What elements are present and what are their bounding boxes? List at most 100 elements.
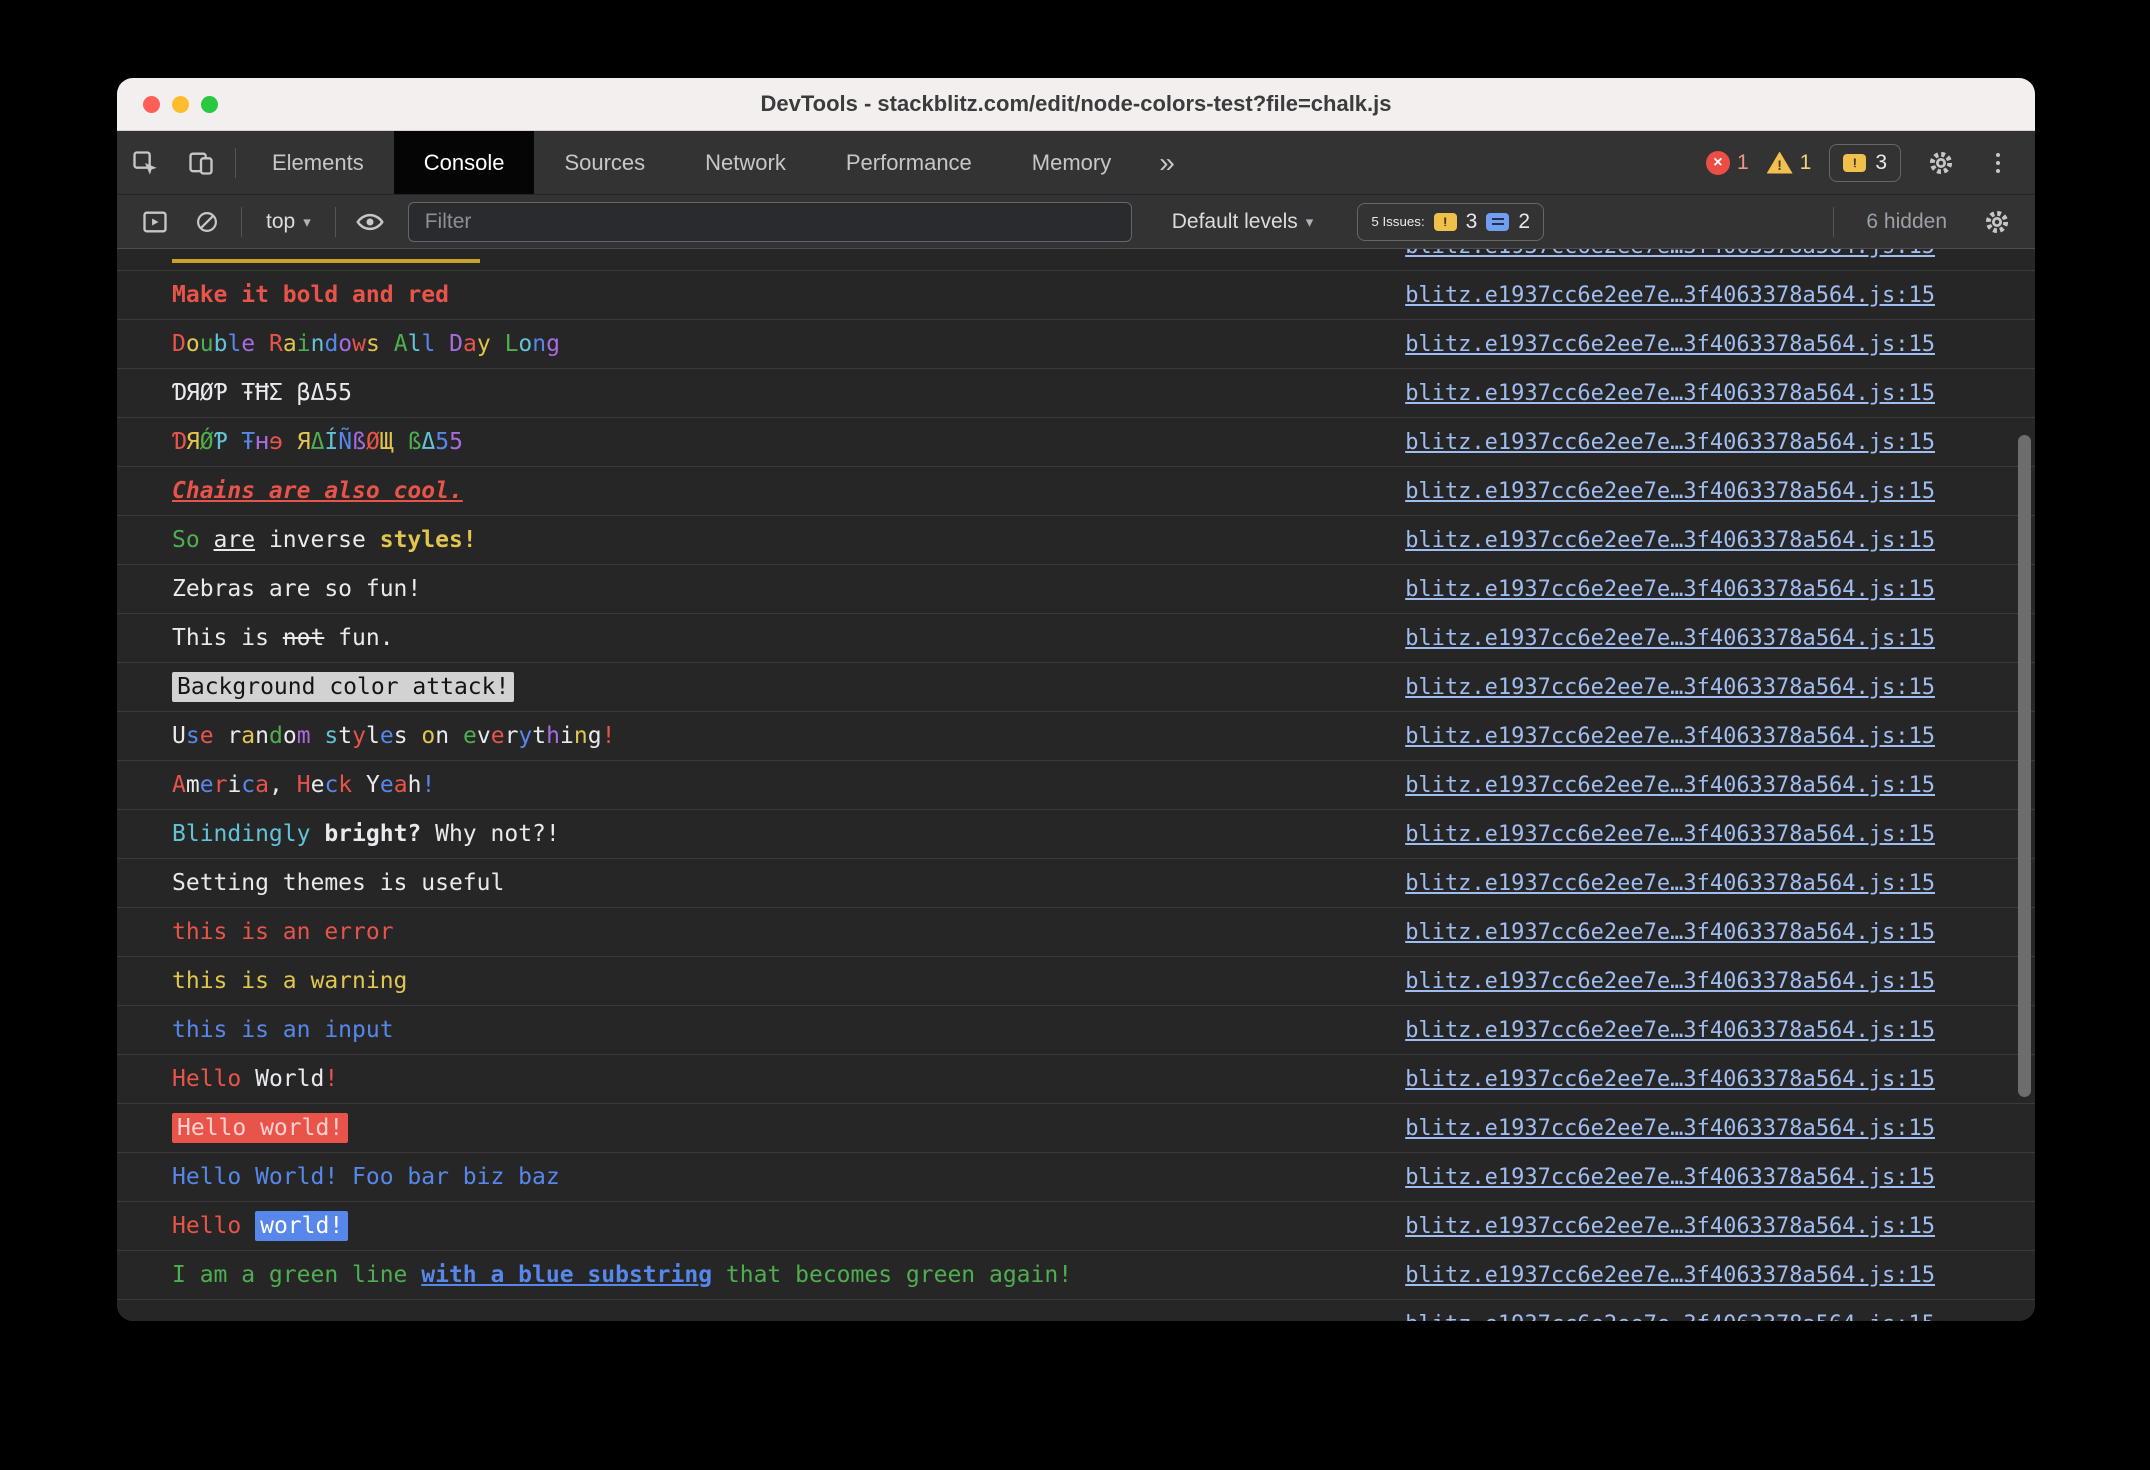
console-panel: blitz.e1937cc6e2ee7e…3f4063378a564.js:15… (117, 249, 2035, 1321)
text-segment: m (296, 723, 325, 749)
text-segment: y (518, 723, 533, 749)
source-link[interactable]: blitz.e1937cc6e2ee7e…3f4063378a564.js:15 (1405, 675, 1935, 700)
text-segment: Ƥ (213, 429, 242, 455)
text-segment: y (352, 723, 366, 749)
console-message: So are inverse styles! (172, 527, 477, 553)
source-link[interactable]: blitz.e1937cc6e2ee7e…3f4063378a564.js:15 (1405, 822, 1935, 847)
context-selector[interactable]: top ▾ (252, 210, 325, 234)
source-link[interactable]: blitz.e1937cc6e2ee7e…3f4063378a564.js:15 (1405, 626, 1935, 651)
source-link[interactable]: blitz.e1937cc6e2ee7e…3f4063378a564.js:15 (1405, 1312, 1935, 1322)
console-row: Double Raindows All Day Long blitz.e1937c… (117, 320, 2035, 369)
text-segment: g (546, 331, 560, 357)
text-segment: a (241, 723, 256, 749)
text-segment: H (296, 772, 311, 798)
chevron-down-icon: ▾ (303, 213, 311, 231)
source-link[interactable]: blitz.e1937cc6e2ee7e…3f4063378a564.js:15 (1405, 1018, 1935, 1043)
text-segment: l (227, 331, 242, 357)
console-row: blitz.e1937cc6e2ee7e…3f4063378a564.js:15 (117, 249, 2035, 271)
console-sidebar-button[interactable] (131, 208, 179, 236)
source-link[interactable]: blitz.e1937cc6e2ee7e…3f4063378a564.js:15 (1405, 920, 1935, 945)
text-segment: d (324, 331, 339, 357)
tab-sources[interactable]: Sources (534, 131, 675, 194)
source-link[interactable]: blitz.e1937cc6e2ee7e…3f4063378a564.js:15 (1405, 528, 1935, 553)
source-link[interactable]: blitz.e1937cc6e2ee7e…3f4063378a564.js:15 (1405, 1116, 1935, 1141)
source-link[interactable]: blitz.e1937cc6e2ee7e…3f4063378a564.js:15 (1405, 724, 1935, 749)
warning-count-badge[interactable]: ! 1 (1766, 151, 1811, 175)
minimize-window-button[interactable] (172, 95, 189, 113)
devtools-window: DevTools - stackblitz.com/edit/node-colo… (117, 78, 2035, 1321)
text-segment: s (185, 723, 200, 749)
console-message: Chains are also cool. (172, 478, 463, 504)
issues-button[interactable]: ! 3 (1829, 143, 1901, 182)
chevron-down-icon: ▾ (1305, 213, 1314, 231)
tab-network[interactable]: Network (675, 131, 816, 194)
text-segment: ! (324, 1066, 339, 1092)
tab-performance[interactable]: Performance (816, 131, 1002, 194)
settings-button[interactable] (1919, 149, 1963, 177)
issue-icon: ! (1433, 212, 1457, 231)
scrollbar-thumb[interactable] (2018, 435, 2031, 1097)
text-segment: u (199, 331, 214, 357)
source-link[interactable]: blitz.e1937cc6e2ee7e…3f4063378a564.js:15 (1405, 773, 1935, 798)
source-link[interactable]: blitz.e1937cc6e2ee7e…3f4063378a564.js:15 (1405, 1165, 1935, 1190)
source-link[interactable]: blitz.e1937cc6e2ee7e…3f4063378a564.js:15 (1405, 332, 1935, 357)
tab-memory[interactable]: Memory (1002, 131, 1141, 194)
live-expression-button[interactable] (346, 207, 394, 237)
customize-devtools-button[interactable] (1981, 152, 2015, 173)
text-segment: a (463, 331, 477, 357)
close-window-button[interactable] (143, 95, 160, 113)
log-levels-selector[interactable]: Default levels ▾ (1158, 210, 1328, 234)
text-segment: A (393, 331, 408, 357)
error-count-badge[interactable]: × 1 (1705, 150, 1749, 175)
console-row: Chains are also cool. blitz.e1937cc6e2ee7… (117, 467, 2035, 516)
kebab-menu-icon (1996, 152, 2000, 173)
text-segment: t (338, 723, 353, 749)
zoom-window-button[interactable] (201, 95, 218, 113)
inspect-element-button[interactable] (117, 131, 173, 194)
source-link[interactable]: blitz.e1937cc6e2ee7e…3f4063378a564.js:15 (1405, 430, 1935, 455)
text-segment: i (227, 772, 242, 798)
source-link[interactable]: blitz.e1937cc6e2ee7e…3f4063378a564.js:15 (1405, 969, 1935, 994)
text-segment: d (269, 723, 283, 749)
text-segment: a (282, 331, 297, 357)
console-message: Setting themes is useful (172, 870, 504, 896)
source-link[interactable]: blitz.e1937cc6e2ee7e…3f4063378a564.js:15 (1405, 381, 1935, 406)
source-link[interactable]: blitz.e1937cc6e2ee7e…3f4063378a564.js:15 (1405, 1067, 1935, 1092)
more-tabs-button[interactable]: » (1141, 131, 1193, 194)
text-segment: g (587, 723, 602, 749)
console-message: Hello world! (172, 1113, 349, 1143)
text-segment: h (546, 723, 560, 749)
text-segment: n (255, 723, 269, 749)
source-link[interactable]: blitz.e1937cc6e2ee7e…3f4063378a564.js:15 (1405, 871, 1935, 896)
source-link[interactable]: blitz.e1937cc6e2ee7e…3f4063378a564.js:15 (1405, 479, 1935, 504)
clear-console-button[interactable] (183, 209, 231, 235)
text-segment: Why not?! (435, 821, 560, 847)
console-messages: blitz.e1937cc6e2ee7e…3f4063378a564.js:15… (117, 249, 2035, 1321)
console-toolbar: top ▾ Default levels ▾ 5 Issues: ! 3 2 (117, 194, 2035, 249)
source-link[interactable]: blitz.e1937cc6e2ee7e…3f4063378a564.js:15 (1405, 283, 1935, 308)
source-link[interactable]: blitz.e1937cc6e2ee7e…3f4063378a564.js:15 (1405, 577, 1935, 602)
source-link[interactable]: blitz.e1937cc6e2ee7e…3f4063378a564.js:15 (1405, 1263, 1935, 1288)
issues-counter[interactable]: 5 Issues: ! 3 2 (1357, 202, 1545, 241)
text-segment: U (172, 723, 186, 749)
console-row: I am a green line with a blue substring … (117, 1251, 2035, 1300)
source-link[interactable]: blitz.e1937cc6e2ee7e…3f4063378a564.js:15 (1405, 1214, 1935, 1239)
text-segment: Щ (379, 429, 408, 455)
filter-input[interactable] (407, 201, 1132, 242)
console-settings-button[interactable] (1973, 208, 2021, 236)
console-message: Zebras are so fun! (172, 576, 421, 602)
text-segment: c (241, 772, 256, 798)
source-link[interactable]: blitz.e1937cc6e2ee7e…3f4063378a564.js:15 (1405, 249, 1935, 259)
text-segment: this is an error (172, 919, 394, 945)
hidden-messages-button[interactable]: 6 hidden (1860, 209, 1953, 235)
text-segment: s (393, 723, 422, 749)
text-segment: r (504, 723, 519, 749)
tab-elements[interactable]: Elements (242, 131, 394, 194)
issues-counter-label: 5 Issues: (1371, 214, 1425, 229)
text-segment: A (172, 772, 186, 798)
console-row: So are inverse styles! blitz.e1937cc6e2ee… (117, 516, 2035, 565)
device-toolbar-button[interactable] (173, 131, 229, 194)
console-row: America, Heck Yeah! blitz.e1937cc6e2ee7e…… (117, 761, 2035, 810)
console-message: this is a warning (172, 968, 407, 994)
tab-console[interactable]: Console (393, 131, 535, 194)
